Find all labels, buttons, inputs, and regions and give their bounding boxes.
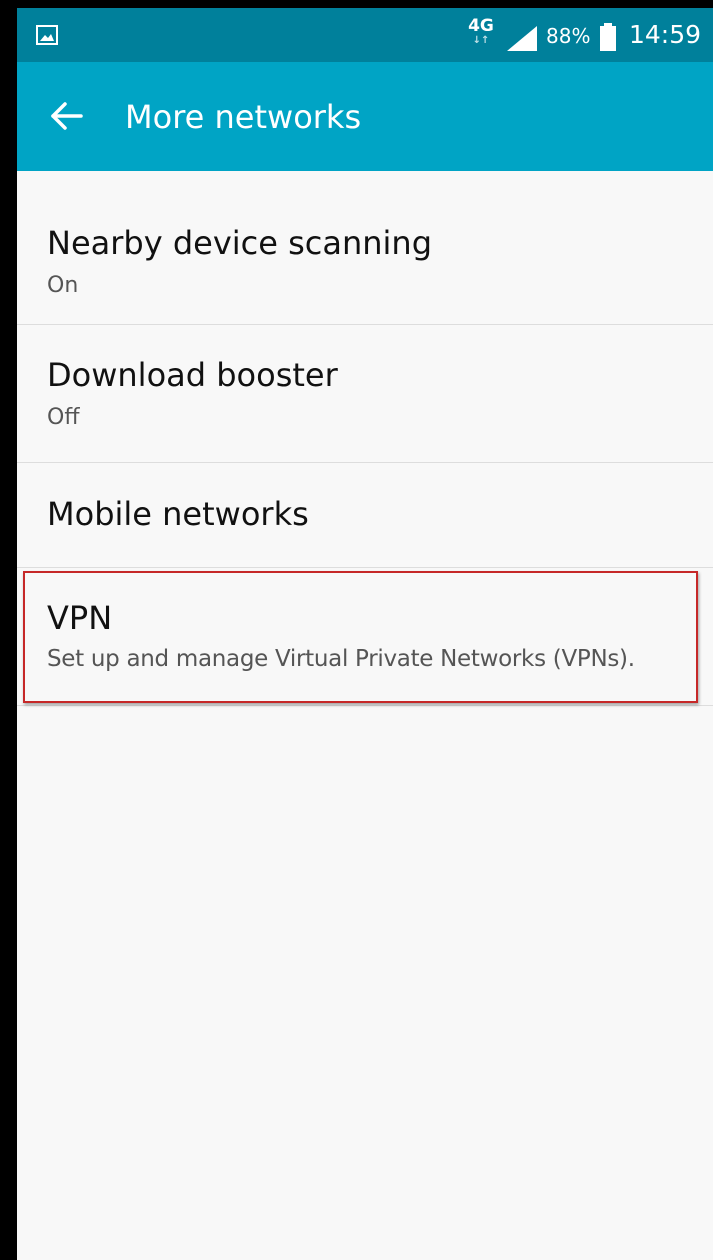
item-title: Nearby device scanning xyxy=(47,224,433,262)
battery-percent: 88% xyxy=(546,24,591,48)
item-description: Set up and manage Virtual Private Networ… xyxy=(47,646,635,672)
network-type-indicator: 4G ↓↑ xyxy=(467,16,495,52)
nearby-device-scanning-item[interactable]: Nearby device scanning On xyxy=(17,171,713,325)
download-booster-item[interactable]: Download booster Off xyxy=(17,325,713,463)
phone-screen: 4G ↓↑ 88% 14:59 More networks Nearby dev… xyxy=(17,8,713,1260)
signal-strength-icon xyxy=(505,24,539,52)
clock: 14:59 xyxy=(629,20,702,49)
settings-list: Nearby device scanning On Download boost… xyxy=(17,171,713,706)
item-title: Download booster xyxy=(47,356,338,394)
vpn-item[interactable]: VPN Set up and manage Virtual Private Ne… xyxy=(17,568,713,706)
item-title: VPN xyxy=(47,599,113,637)
gallery-icon xyxy=(36,25,58,45)
device-frame-left xyxy=(0,0,17,1260)
item-status: Off xyxy=(47,405,80,430)
page-title: More networks xyxy=(125,98,362,136)
app-bar: More networks xyxy=(17,62,713,171)
back-arrow-icon[interactable] xyxy=(47,96,87,136)
item-status: On xyxy=(47,273,79,298)
mobile-networks-item[interactable]: Mobile networks xyxy=(17,463,713,568)
status-bar: 4G ↓↑ 88% 14:59 xyxy=(17,8,713,62)
network-type-label: 4G xyxy=(468,16,494,36)
data-activity-icon: ↓↑ xyxy=(472,35,490,46)
item-title: Mobile networks xyxy=(47,495,309,533)
device-frame-top xyxy=(0,0,713,8)
battery-icon xyxy=(600,23,616,51)
